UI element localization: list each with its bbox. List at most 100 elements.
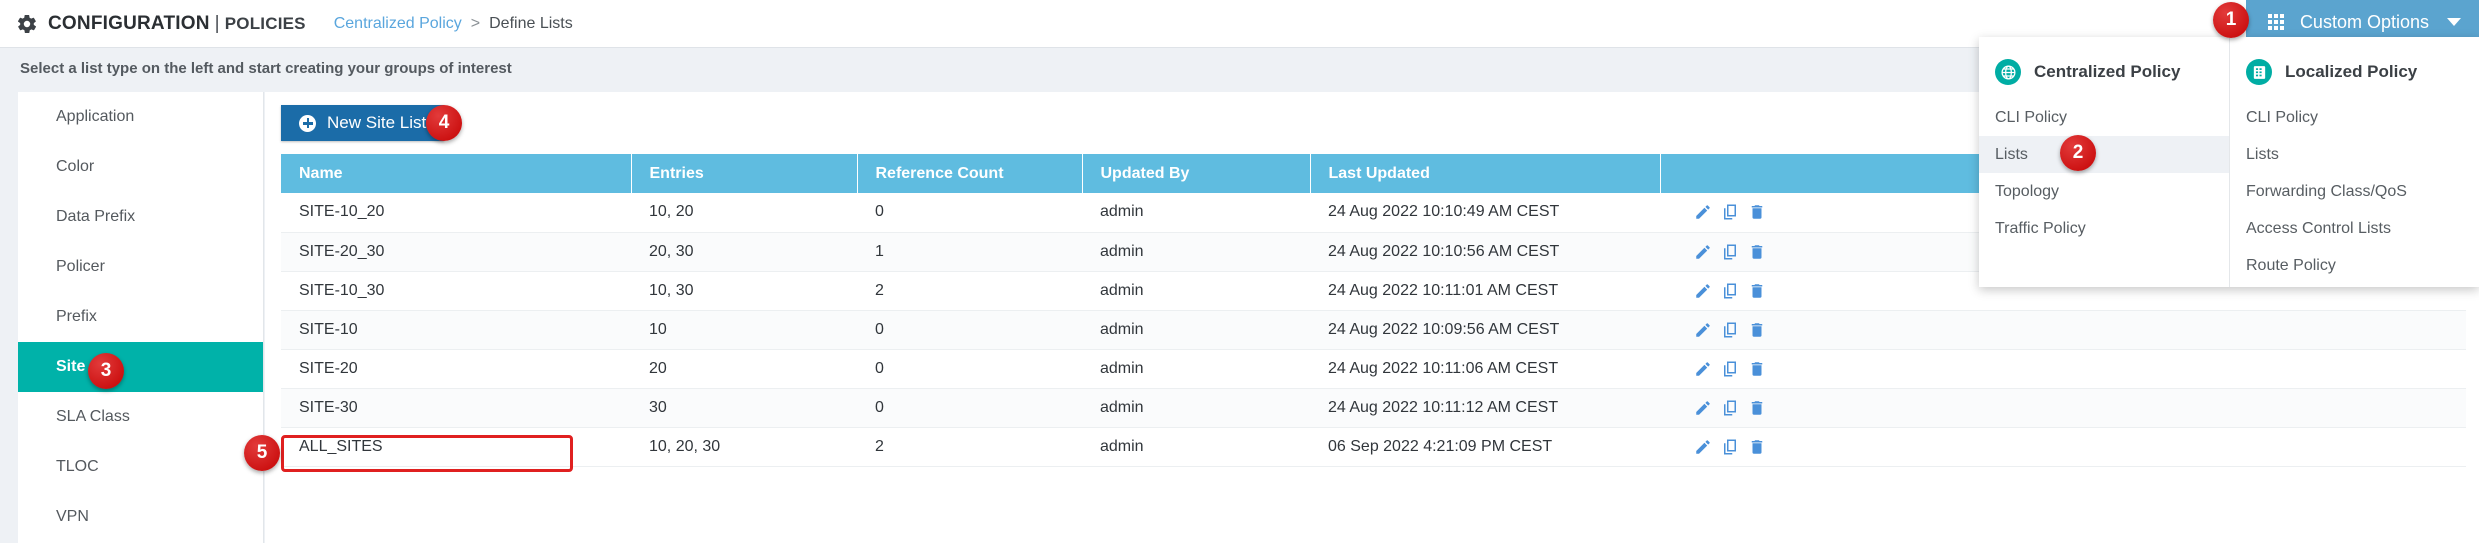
sidebar-item-data-prefix[interactable]: Data Prefix: [18, 192, 263, 242]
table-cell-entries-cell[interactable]: 10, 30: [631, 271, 857, 310]
table-cell-entries-cell[interactable]: 20, 30: [631, 232, 857, 271]
dropdown-item-topology[interactable]: Topology: [1979, 173, 2229, 210]
table-column-header-entries[interactable]: Entries: [631, 154, 857, 193]
dropdown-item-cli-policy[interactable]: CLI Policy: [1979, 99, 2229, 136]
delete-icon[interactable]: [1748, 243, 1766, 261]
copy-icon[interactable]: [1721, 243, 1739, 261]
annotation-badge-4: 4: [426, 105, 462, 141]
table-cell-last-updated-cell: 24 Aug 2022 10:11:01 AM CEST: [1310, 271, 1660, 310]
table-row[interactable]: SITE-20200admin24 Aug 2022 10:11:06 AM C…: [281, 349, 2466, 388]
edit-icon[interactable]: [1694, 399, 1712, 417]
table-cell-updated-by-cell: admin: [1082, 388, 1310, 427]
table-column-header-last-updated[interactable]: Last Updated: [1310, 154, 1660, 193]
table-cell-name-cell: SITE-10_20: [281, 193, 631, 232]
delete-icon[interactable]: [1748, 438, 1766, 456]
table-cell-reference-count-cell: 2: [857, 271, 1082, 310]
copy-icon[interactable]: [1721, 438, 1739, 456]
edit-icon[interactable]: [1694, 203, 1712, 221]
table-row[interactable]: SITE-30300admin24 Aug 2022 10:11:12 AM C…: [281, 388, 2466, 427]
dropdown-column-title: Localized Policy: [2285, 62, 2417, 82]
copy-icon[interactable]: [1721, 360, 1739, 378]
table-cell-name-cell: SITE-30: [281, 388, 631, 427]
table-column-header-updated-by[interactable]: Updated By: [1082, 154, 1310, 193]
table-cell-entries-cell[interactable]: 10, 20, 30: [631, 427, 857, 466]
annotation-badge-1: 1: [2213, 2, 2249, 38]
delete-icon[interactable]: [1748, 282, 1766, 300]
sidebar-item-label: SLA Class: [56, 408, 130, 426]
edit-icon[interactable]: [1694, 438, 1712, 456]
breadcrumb-link-centralized-policy[interactable]: Centralized Policy: [334, 15, 462, 33]
sidebar-item-label: TLOC: [56, 458, 99, 476]
row-action-group: [1678, 360, 2466, 378]
table-row[interactable]: SITE-10100admin24 Aug 2022 10:09:56 AM C…: [281, 310, 2466, 349]
delete-icon[interactable]: [1748, 321, 1766, 339]
copy-icon[interactable]: [1721, 399, 1739, 417]
dropdown-column-header: Centralized Policy: [1979, 55, 2229, 89]
delete-icon[interactable]: [1748, 360, 1766, 378]
table-cell-reference-count-cell: 0: [857, 349, 1082, 388]
dropdown-item-access-control-lists[interactable]: Access Control Lists: [2230, 210, 2479, 247]
table-row-all-sites[interactable]: ALL_SITES10, 20, 302admin06 Sep 2022 4:2…: [281, 427, 2466, 466]
table-cell-updated-by-cell: admin: [1082, 193, 1310, 232]
gear-icon: [16, 13, 38, 35]
sidebar-item-tloc[interactable]: TLOC: [18, 442, 263, 492]
annotation-badge-5: 5: [244, 435, 280, 471]
table-cell-last-updated-cell: 06 Sep 2022 4:21:09 PM CEST: [1310, 427, 1660, 466]
table-column-header-reference-count[interactable]: Reference Count: [857, 154, 1082, 193]
table-cell-entries-cell[interactable]: 10, 20: [631, 193, 857, 232]
edit-icon[interactable]: [1694, 360, 1712, 378]
app-title-text: CONFIGURATION: [48, 13, 210, 34]
sidebar-item-color[interactable]: Color: [18, 142, 263, 192]
dropdown-item-forwarding-class-qos[interactable]: Forwarding Class/QoS: [2230, 173, 2479, 210]
table-cell-entries-cell[interactable]: 10: [631, 310, 857, 349]
sidebar-item-vpn[interactable]: VPN: [18, 492, 263, 542]
table-cell-entries-cell[interactable]: 30: [631, 388, 857, 427]
copy-icon[interactable]: [1721, 321, 1739, 339]
annotation-badge-3: 3: [88, 353, 124, 389]
sidebar-item-sla-class[interactable]: SLA Class: [18, 392, 263, 442]
title-separator: |: [215, 13, 220, 34]
sidebar-item-application[interactable]: Application: [18, 92, 263, 142]
table-cell-name-cell: ALL_SITES: [281, 427, 631, 466]
edit-icon[interactable]: [1694, 282, 1712, 300]
dropdown-item-traffic-policy[interactable]: Traffic Policy: [1979, 210, 2229, 247]
new-site-list-button[interactable]: New Site List: [281, 105, 444, 141]
sidebar-item-prefix[interactable]: Prefix: [18, 292, 263, 342]
custom-options-dropdown-panel: Centralized PolicyCLI PolicyListsTopolog…: [1979, 37, 2479, 287]
dropdown-item-label: Lists: [2246, 146, 2279, 164]
plus-circle-icon: [299, 115, 316, 132]
delete-icon[interactable]: [1748, 203, 1766, 221]
table-cell-actions: [1660, 310, 2466, 349]
table-cell-reference-count-cell: 0: [857, 310, 1082, 349]
table-cell-name-cell: SITE-10: [281, 310, 631, 349]
row-action-group: [1678, 399, 2466, 417]
dropdown-item-cli-policy[interactable]: CLI Policy: [2230, 99, 2479, 136]
breadcrumb-current-define-lists: Define Lists: [489, 15, 573, 33]
edit-icon[interactable]: [1694, 243, 1712, 261]
table-cell-reference-count-cell: 1: [857, 232, 1082, 271]
row-action-group: [1678, 438, 2466, 456]
dropdown-item-lists[interactable]: Lists: [1979, 136, 2229, 173]
table-cell-last-updated-cell: 24 Aug 2022 10:09:56 AM CEST: [1310, 310, 1660, 349]
copy-icon[interactable]: [1721, 282, 1739, 300]
dropdown-column-centralized-policy: Centralized Policy CLI Policy ListsTopolog…: [1979, 37, 2229, 287]
delete-icon[interactable]: [1748, 399, 1766, 417]
custom-options-label: Custom Options: [2300, 12, 2429, 33]
dropdown-item-lists[interactable]: Lists: [2230, 136, 2479, 173]
dropdown-item-label: CLI Policy: [2246, 109, 2318, 127]
table-cell-entries-cell[interactable]: 20: [631, 349, 857, 388]
copy-icon[interactable]: [1721, 203, 1739, 221]
table-column-header-name[interactable]: Name: [281, 154, 631, 193]
table-cell-actions: [1660, 349, 2466, 388]
dropdown-item-route-policy[interactable]: Route Policy: [2230, 247, 2479, 284]
sidebar-item-policer[interactable]: Policer: [18, 242, 263, 292]
page-title: CONFIGURATION|POLICIES: [48, 13, 306, 35]
dropdown-item-label: CLI Policy: [1995, 109, 2067, 127]
table-cell-reference-count-cell: 0: [857, 388, 1082, 427]
table-cell-reference-count-cell: 2: [857, 427, 1082, 466]
table-cell-name-cell: SITE-10_30: [281, 271, 631, 310]
sidebar-item-site[interactable]: Site: [18, 342, 263, 392]
edit-icon[interactable]: [1694, 321, 1712, 339]
table-cell-updated-by-cell: admin: [1082, 310, 1310, 349]
table-cell-updated-by-cell: admin: [1082, 427, 1310, 466]
